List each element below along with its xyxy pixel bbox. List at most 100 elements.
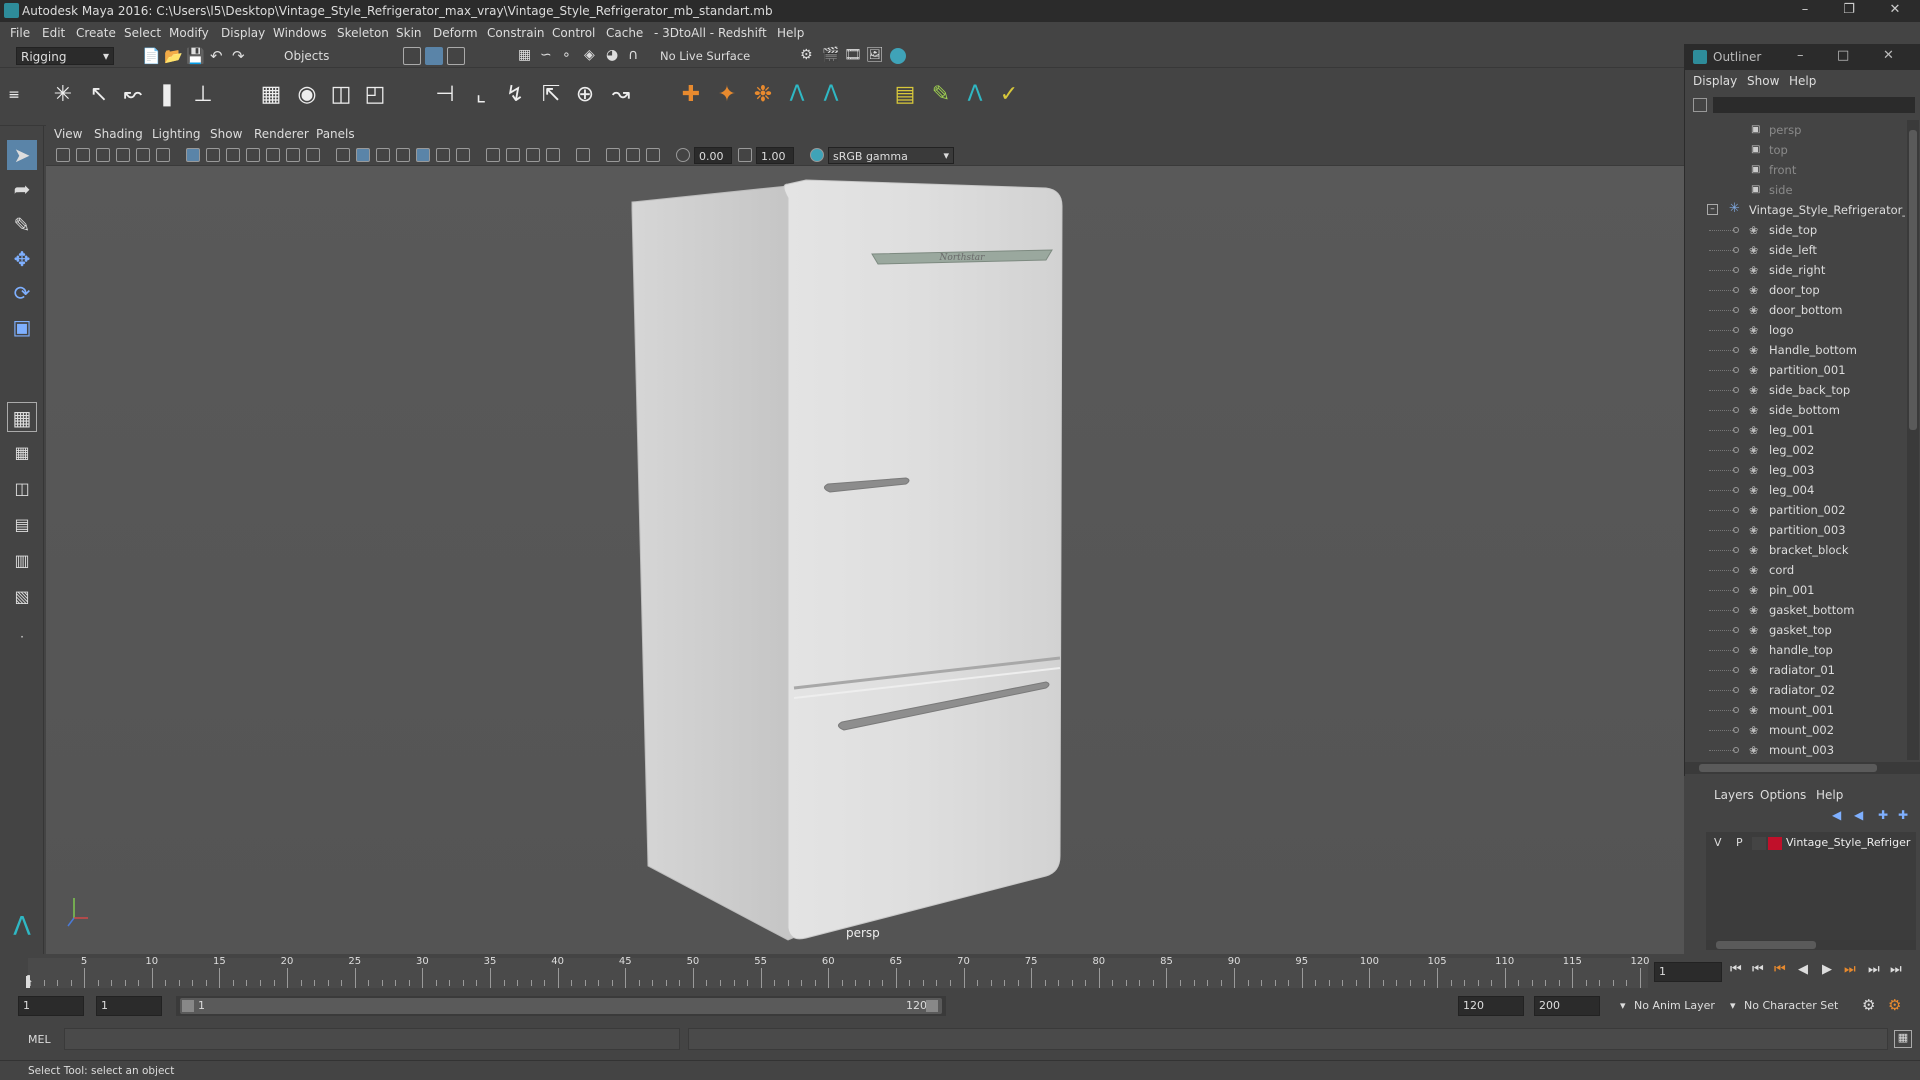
- menu-edit[interactable]: Edit: [42, 26, 65, 40]
- menu-windows[interactable]: Windows: [273, 26, 327, 40]
- outliner-item[interactable]: ❀ cord: [1685, 560, 1905, 580]
- new-layer-selected-icon[interactable]: ✚: [1898, 808, 1908, 822]
- menu-create[interactable]: Create: [76, 26, 116, 40]
- attribute-icon[interactable]: ▤: [890, 80, 920, 110]
- cluster-icon[interactable]: ◰: [360, 80, 390, 110]
- outliner-search-input[interactable]: [1713, 97, 1915, 113]
- menu-select[interactable]: Select: [124, 26, 161, 40]
- point-constraint-icon[interactable]: ⌞: [466, 80, 496, 110]
- outliner-menu-show[interactable]: Show: [1747, 74, 1779, 88]
- scrollbar-thumb[interactable]: [1699, 764, 1877, 772]
- safe-action-icon[interactable]: [286, 148, 300, 162]
- panel-menu-view[interactable]: View: [54, 127, 82, 141]
- filter-icon[interactable]: [1693, 98, 1707, 112]
- ipr-render-icon[interactable]: 🎞: [844, 47, 862, 65]
- textured-icon[interactable]: [416, 148, 430, 162]
- snap-point-icon[interactable]: ∘: [562, 47, 580, 65]
- time-slider[interactable]: 1510152025303540455055606570758085909510…: [0, 954, 1920, 992]
- scrollbar-thumb[interactable]: [1716, 941, 1816, 949]
- smooth-shade-icon[interactable]: [356, 148, 370, 162]
- move-tool-icon[interactable]: ✥: [7, 244, 37, 274]
- range-start-handle[interactable]: [182, 1000, 194, 1012]
- outliner-item-persp[interactable]: ▣ persp: [1685, 120, 1905, 140]
- menu-skin[interactable]: Skin: [396, 26, 422, 40]
- outliner-menu-display[interactable]: Display: [1693, 74, 1737, 88]
- step-forward-key-icon[interactable]: ⏭: [1868, 962, 1880, 977]
- lasso-tool-icon[interactable]: ➦: [7, 174, 37, 204]
- menu-display[interactable]: Display: [221, 26, 265, 40]
- select-component-icon[interactable]: [447, 47, 465, 65]
- outliner-item[interactable]: ❀ bracket_block: [1685, 540, 1905, 560]
- shadows-icon[interactable]: [456, 148, 470, 162]
- outliner-item[interactable]: ❀ door_bottom: [1685, 300, 1905, 320]
- outliner-item[interactable]: ❀ Handle_bottom: [1685, 340, 1905, 360]
- menu-file[interactable]: File: [10, 26, 30, 40]
- layer-color-swatch[interactable]: [1768, 837, 1782, 850]
- minimize-button[interactable]: –: [1790, 2, 1820, 20]
- gamma-icon[interactable]: [738, 148, 752, 162]
- camera-lock-icon[interactable]: [76, 148, 90, 162]
- gamma-field[interactable]: 1.00: [756, 147, 794, 164]
- select-tool-icon[interactable]: ➤: [7, 140, 37, 170]
- scale-tool-icon[interactable]: ▣: [7, 312, 37, 342]
- two-view-icon[interactable]: ◫: [7, 474, 37, 504]
- paint-select-icon[interactable]: ✎: [7, 210, 37, 240]
- maximize-button[interactable]: □: [1837, 48, 1849, 63]
- outliner-item[interactable]: ❀ leg_004: [1685, 480, 1905, 500]
- select-object-icon[interactable]: [425, 47, 443, 65]
- move-layer-up-icon[interactable]: ◀: [1832, 808, 1841, 822]
- single-view-icon[interactable]: ▦: [7, 402, 37, 432]
- scene-end-field[interactable]: 200: [1534, 996, 1600, 1016]
- two-d-pan-icon[interactable]: [136, 148, 150, 162]
- live-surface-field[interactable]: No Live Surface: [656, 48, 756, 64]
- panel-menu-shading[interactable]: Shading: [94, 127, 143, 141]
- snap-view-plane-icon[interactable]: ◈: [584, 47, 602, 65]
- save-scene-icon[interactable]: 💾: [186, 47, 205, 65]
- render-frame-icon[interactable]: 🎬: [822, 47, 840, 65]
- outliner-item[interactable]: ❀ side_back_top: [1685, 380, 1905, 400]
- color-management-icon[interactable]: [810, 148, 824, 162]
- graph-persp-icon[interactable]: ▥: [7, 546, 37, 576]
- bind-skin-icon[interactable]: ▦: [256, 80, 286, 110]
- range-slider-bar[interactable]: 1 120: [180, 998, 942, 1014]
- grease-pencil-icon[interactable]: [156, 148, 170, 162]
- check-icon[interactable]: ✓: [994, 80, 1024, 110]
- outliner-item-side[interactable]: ▣ side: [1685, 180, 1905, 200]
- play-forwards-icon[interactable]: ▶: [1822, 962, 1832, 977]
- current-time-marker[interactable]: [26, 976, 30, 988]
- current-frame-field[interactable]: 1: [1654, 962, 1722, 982]
- render-settings-icon[interactable]: ⚙: [800, 47, 818, 65]
- wireframe-on-shaded-icon[interactable]: [396, 148, 410, 162]
- scene-start-field[interactable]: 1: [18, 996, 84, 1016]
- resolution-gate-icon[interactable]: [226, 148, 240, 162]
- selection-mode-dropdown[interactable]: Objects: [280, 47, 376, 65]
- xray-icon[interactable]: [606, 148, 620, 162]
- outliner-item[interactable]: ❀ mount_003: [1685, 740, 1905, 760]
- outliner-menu-help[interactable]: Help: [1789, 74, 1816, 88]
- move-layer-down-icon[interactable]: ◀: [1854, 808, 1863, 822]
- outliner-item[interactable]: ❀ gasket_top: [1685, 620, 1905, 640]
- command-input[interactable]: [64, 1028, 680, 1050]
- pole-vector-icon[interactable]: ↝: [606, 80, 636, 110]
- outliner-item[interactable]: ❀ partition_002: [1685, 500, 1905, 520]
- camera-attributes-icon[interactable]: [56, 148, 70, 162]
- layer-scrollbar[interactable]: [1706, 940, 1916, 950]
- outliner-horizontal-scrollbar[interactable]: [1685, 762, 1920, 774]
- scrollbar-thumb[interactable]: [1909, 130, 1917, 430]
- paint-tool-icon[interactable]: ✎: [926, 80, 956, 110]
- character-set-dropdown[interactable]: ▾ No Character Set: [1730, 996, 1858, 1016]
- menu-3dtoall[interactable]: - 3DtoAll -: [654, 26, 714, 40]
- menu-deform[interactable]: Deform: [433, 26, 478, 40]
- layers-menu-options[interactable]: Options: [1760, 788, 1806, 802]
- collapse-icon[interactable]: –: [1707, 204, 1718, 215]
- script-editor-icon[interactable]: ▦: [1894, 1030, 1912, 1048]
- outliner-item[interactable]: ❀ side_right: [1685, 260, 1905, 280]
- motion-blur-icon[interactable]: [506, 148, 520, 162]
- hik-icon[interactable]: Λ: [782, 80, 812, 110]
- parent-constraint-icon[interactable]: ⊣: [430, 80, 460, 110]
- anim-layer-dropdown[interactable]: ▾ No Anim Layer: [1620, 996, 1744, 1016]
- menu-redshift[interactable]: Redshift: [718, 26, 767, 40]
- outliner-item-front[interactable]: ▣ front: [1685, 160, 1905, 180]
- depth-of-field-icon[interactable]: [546, 148, 560, 162]
- isolate-select-icon[interactable]: [576, 148, 590, 162]
